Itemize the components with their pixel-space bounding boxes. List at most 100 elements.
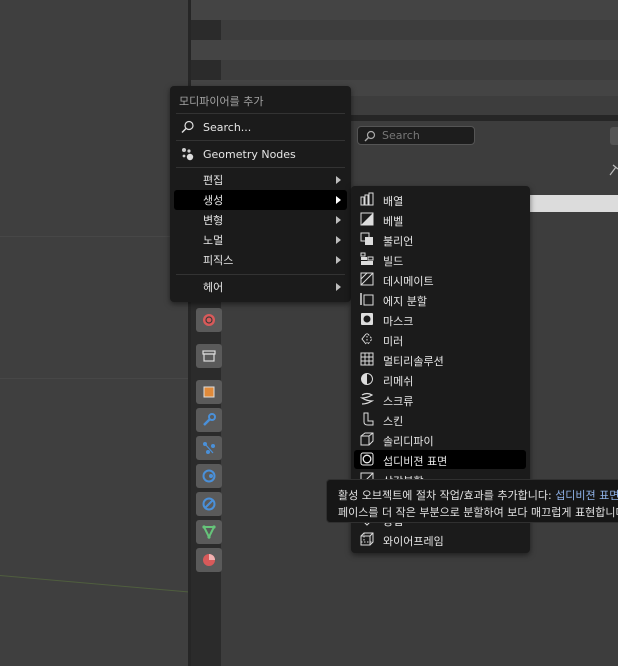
menu-title: 모디파이어를 추가	[179, 95, 264, 108]
tooltip-line-2: 페이스를 더 작은 부분으로 분할하여 보다 매끄럽게 표현합니다	[338, 506, 618, 519]
particles-icon	[203, 442, 215, 454]
menu-item-solidify[interactable]: 솔리디파이	[354, 430, 527, 449]
menu-item-label: 생성	[203, 194, 224, 207]
menu-item-label: 와이어프레임	[383, 535, 444, 548]
tab-world[interactable]	[196, 308, 222, 332]
menu-item-label: 편집	[203, 174, 224, 187]
multiresolution-modifier-icon	[360, 352, 374, 366]
menu-item-screw[interactable]: 스크류	[354, 390, 527, 409]
menu-item-hair[interactable]: 헤어	[174, 277, 347, 297]
menu-item-label: 에지 분할	[383, 295, 427, 308]
remesh-modifier-icon	[361, 373, 373, 385]
menu-item-bevel[interactable]: 베벨	[354, 210, 527, 229]
menu-item-label: 섭디비젼 표면	[383, 455, 448, 468]
menu-item-label: 변형	[203, 214, 224, 227]
outliner-row	[191, 0, 618, 20]
menu-item-normals[interactable]: 노멀	[174, 230, 347, 250]
geometry-nodes-icon	[182, 148, 194, 161]
properties-search-field[interactable]: Search	[357, 126, 475, 145]
search-icon	[364, 130, 376, 142]
menu-item-label: 스킨	[383, 415, 404, 428]
menu-item-boolean[interactable]: 불리언	[354, 230, 527, 249]
bevel-modifier-icon	[360, 212, 374, 226]
tab-material[interactable]	[196, 548, 222, 572]
material-icon	[203, 554, 215, 566]
menu-item-label: 리메쉬	[383, 375, 414, 388]
menu-item-geometry-nodes[interactable]: Geometry Nodes	[174, 144, 347, 164]
menu-item-label: 노멀	[203, 234, 224, 247]
object-icon	[203, 386, 215, 398]
menu-item-label: 멀티리솔루션	[383, 355, 444, 368]
menu-item-wireframe[interactable]: 와이어프레임	[354, 530, 527, 549]
viewport-grid-line	[0, 378, 188, 379]
menu-item-label: 빌드	[383, 255, 404, 268]
viewport-grid-line	[0, 236, 188, 237]
tab-physics[interactable]	[196, 464, 222, 488]
world-icon	[203, 314, 215, 326]
menu-item-deform[interactable]: 변형	[174, 210, 347, 230]
menu-item-label: 베벨	[383, 215, 404, 228]
collection-icon	[202, 350, 216, 362]
tooltip-highlight: 섭디비젼 표면	[555, 489, 618, 502]
submenu-arrow-icon	[336, 196, 341, 204]
menu-search-label: Search...	[203, 120, 252, 134]
modifier-name-field[interactable]	[524, 195, 618, 212]
wireframe-modifier-icon	[360, 532, 374, 546]
pin-icon[interactable]	[608, 163, 618, 177]
tab-object[interactable]	[196, 380, 222, 404]
physics-icon	[202, 469, 216, 483]
menu-item-label: Geometry Nodes	[203, 147, 296, 161]
menu-item-label: 스크류	[383, 395, 414, 408]
array-modifier-icon	[360, 192, 374, 206]
menu-separator	[176, 140, 345, 141]
menu-search[interactable]: Search...	[174, 117, 347, 137]
skin-modifier-icon	[363, 412, 374, 426]
tab-modifiers[interactable]	[196, 408, 222, 432]
tab-object-data[interactable]	[196, 520, 222, 544]
menu-item-physics[interactable]: 피직스	[174, 250, 347, 270]
search-placeholder: Search	[382, 129, 420, 142]
viewport-x-axis-line	[0, 575, 190, 593]
mesh-data-icon	[202, 525, 216, 540]
menu-item-array[interactable]: 배열	[354, 190, 527, 209]
tab-collection[interactable]	[196, 344, 222, 368]
menu-item-edit[interactable]: 편집	[174, 170, 347, 190]
menu-item-build[interactable]: 빌드	[354, 250, 527, 269]
boolean-modifier-icon	[360, 232, 373, 245]
menu-item-skin[interactable]: 스킨	[354, 410, 527, 429]
tooltip: 활성 오브젝트에 절차 작업/효과를 추가합니다: 섭디비젼 표면 페이스를 더…	[326, 479, 618, 523]
add-modifier-menu: 모디파이어를 추가 Search... Geometry Nodes 편집 생성…	[170, 86, 351, 302]
mirror-modifier-icon	[361, 333, 373, 345]
outliner-row	[191, 40, 618, 60]
menu-item-label: 불리언	[383, 235, 414, 248]
build-modifier-icon	[360, 252, 374, 265]
menu-item-mask[interactable]: 마스크	[354, 310, 527, 329]
3d-viewport[interactable]	[0, 0, 190, 666]
decimate-modifier-icon	[360, 272, 374, 286]
menu-item-label: 배열	[383, 195, 404, 208]
solidify-modifier-icon	[360, 432, 374, 446]
tab-constraints[interactable]	[196, 492, 222, 516]
menu-item-decimate[interactable]: 데시메이트	[354, 270, 527, 289]
menu-item-label: 솔리디파이	[383, 435, 434, 448]
menu-item-subdivision-surface[interactable]: 섭디비젼 표면	[354, 450, 526, 469]
options-dropdown-button[interactable]	[610, 127, 618, 145]
menu-item-label: 피직스	[203, 254, 234, 267]
submenu-arrow-icon	[336, 283, 341, 291]
menu-item-remesh[interactable]: 리메쉬	[354, 370, 527, 389]
submenu-arrow-icon	[336, 236, 341, 244]
menu-item-multiresolution[interactable]: 멀티리솔루션	[354, 350, 527, 369]
tab-particles[interactable]	[196, 436, 222, 460]
menu-item-mirror[interactable]: 미러	[354, 330, 527, 349]
menu-item-label: 데시메이트	[383, 275, 434, 288]
tooltip-line-1: 활성 오브젝트에 절차 작업/효과를 추가합니다: 섭디비젼 표면	[338, 487, 618, 503]
submenu-arrow-icon	[336, 216, 341, 224]
menu-item-label: 헤어	[203, 281, 224, 294]
menu-separator	[176, 167, 345, 168]
menu-item-label: 미러	[383, 335, 404, 348]
menu-item-edge-split[interactable]: 에지 분할	[354, 290, 527, 309]
menu-separator	[176, 274, 345, 275]
menu-item-generate[interactable]: 생성	[174, 190, 347, 210]
edge-split-modifier-icon	[360, 293, 374, 306]
submenu-arrow-icon	[336, 256, 341, 264]
